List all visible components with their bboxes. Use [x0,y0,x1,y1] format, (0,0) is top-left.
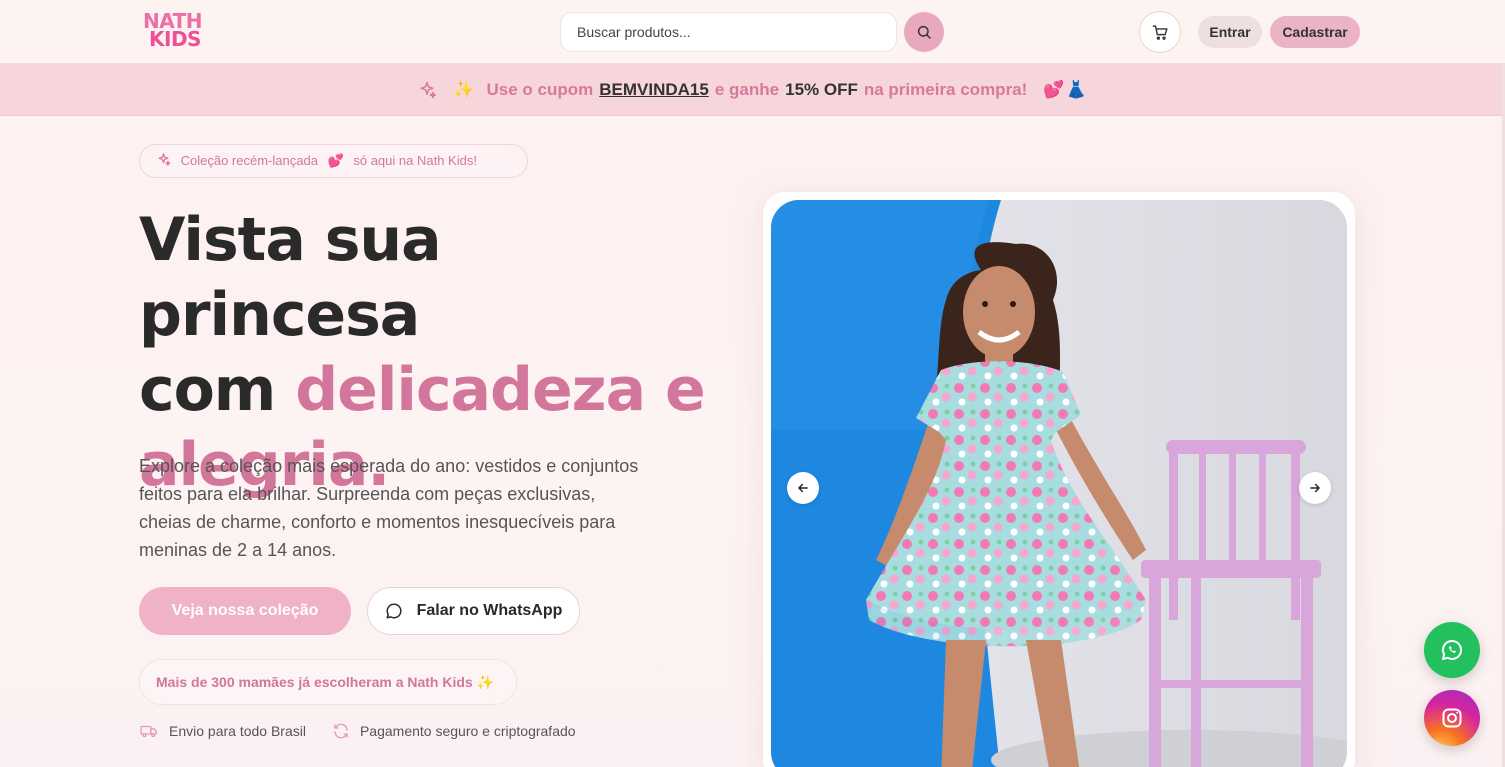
social-proof-badge: Mais de 300 mamães já escolheram a Nath … [139,659,517,705]
badge-text: Coleção recém-lançada [180,153,318,168]
arrow-right-icon [1310,483,1320,493]
site-header: NATH KIDS Entrar Cadastrar [0,0,1505,64]
promo-text-2: e ganhe [714,79,780,99]
promo-sparkle: ✨ [453,79,475,99]
coupon-code: BEMVINDA15 [599,79,709,99]
instagram-icon [1442,708,1462,728]
headline-highlight-1: delicadeza e [295,355,705,425]
feature-list: Envio para todo Brasil Pagamento seguro … [139,720,576,742]
whatsapp-icon [1442,639,1463,660]
headline-com: com [139,355,276,425]
whatsapp-contact-button[interactable]: Falar no WhatsApp [367,587,580,635]
instagram-floating-button[interactable] [1424,690,1480,746]
promo-emoji: 💕👗 [1043,79,1088,99]
refresh-icon [334,723,348,739]
cart-icon [1152,24,1168,40]
chat-bubble-icon [386,603,402,619]
search-icon [917,25,931,39]
whatsapp-button-label: Falar no WhatsApp [416,602,563,619]
truck-icon [140,725,157,738]
sparkles-icon [158,153,171,166]
new-collection-badge: Coleção recém-lançada 💕 só aqui na Nath … [139,144,528,178]
social-proof-text: Mais de 300 mamães já escolheram a Nath … [156,674,473,690]
logo[interactable]: NATH KIDS [143,11,213,52]
sparkles-icon [420,81,437,98]
feature-shipping-label: Envio para todo Brasil [169,723,306,739]
feature-payment-label: Pagamento seguro e criptografado [359,723,576,739]
girl-in-floral-dress-photo [771,200,1347,767]
feature-shipping: Envio para todo Brasil [139,722,306,740]
carousel-next-button[interactable] [1299,472,1331,504]
feature-payment: Pagamento seguro e criptografado [332,722,576,740]
promo-text-3: na primeira compra! [863,79,1028,99]
badge-text-2: só aqui na Nath Kids! [353,153,477,168]
headline-line-2: com delicadeza e [139,353,739,428]
badge-emoji: 💕 [327,153,344,168]
logo-line-2: KIDS [149,27,201,51]
search-field[interactable] [560,12,897,52]
search-button[interactable] [904,12,944,52]
cart-button[interactable] [1139,11,1181,53]
whatsapp-floating-button[interactable] [1424,622,1480,678]
hero-carousel-image [771,200,1347,767]
view-collection-button[interactable]: Veja nossa coleção [139,587,351,635]
headline-line-1: Vista sua princesa [139,205,442,350]
promo-discount: 15% OFF [785,79,858,99]
promo-banner: ✨ Use o cupom BEMVINDA15 e ganhe 15% OFF… [0,64,1505,116]
carousel-prev-button[interactable] [787,472,819,504]
promo-text-1: Use o cupom [486,79,594,99]
arrow-left-icon [798,483,808,493]
login-button[interactable]: Entrar [1198,16,1262,48]
social-proof-emoji: ✨ [476,674,495,690]
hero-description: Explore a coleção mais esperada do ano: … [139,456,639,560]
search-input[interactable] [577,24,880,40]
signup-button[interactable]: Cadastrar [1270,16,1360,48]
